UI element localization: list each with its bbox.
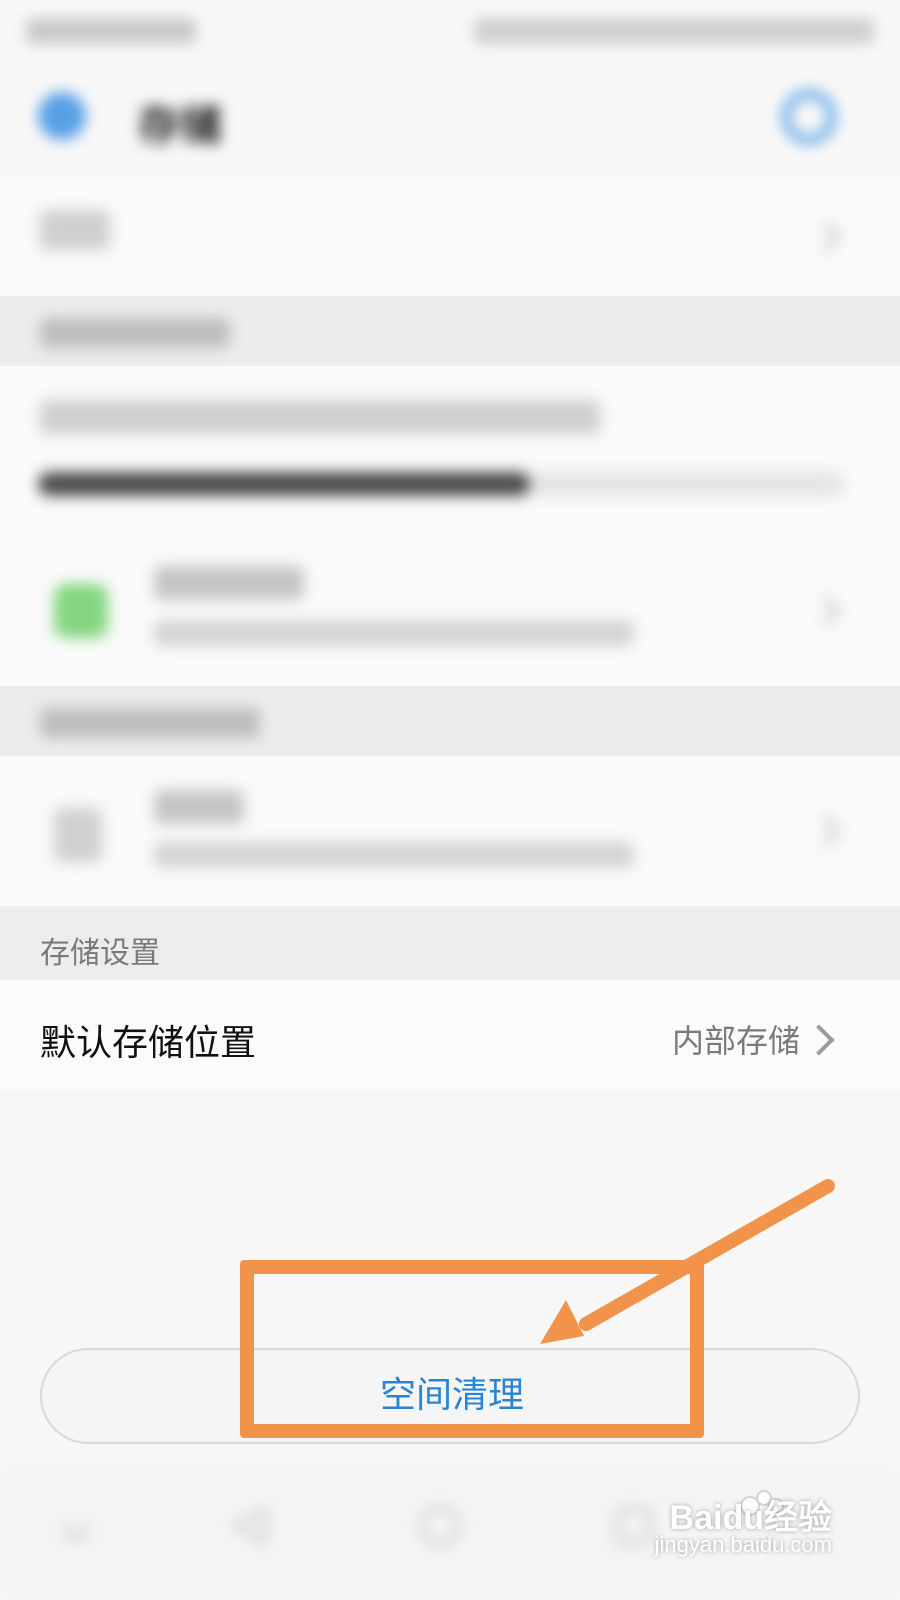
sd-card-row[interactable]	[0, 756, 900, 906]
nav-hide-icon[interactable]	[54, 1510, 98, 1554]
storage-progress-bar	[38, 472, 844, 496]
default-storage-location-label: 默认存储位置	[40, 1023, 257, 1064]
internal-usage-text	[40, 400, 600, 434]
internal-storage-detail	[154, 620, 634, 646]
sd-card-detail	[154, 842, 634, 868]
status-icons	[474, 18, 874, 44]
internal-storage-icon	[54, 584, 108, 638]
sd-card-icon	[54, 808, 102, 862]
page-title: 存储	[138, 101, 223, 150]
status-bar	[0, 0, 900, 64]
section-title-storage-settings: 存储设置	[40, 936, 160, 971]
row-top-label	[40, 210, 110, 250]
highlight-box	[240, 1260, 704, 1438]
sd-card-title	[154, 790, 244, 824]
internal-storage-title	[154, 566, 304, 600]
search-icon[interactable]	[782, 90, 836, 144]
status-time	[26, 18, 196, 44]
nav-home-icon[interactable]	[418, 1504, 462, 1548]
section-label-internal	[40, 318, 230, 348]
storage-progress-fill	[38, 472, 530, 496]
watermark-sub-text: jingyan.baidu.com	[654, 1532, 832, 1557]
nav-recent-icon[interactable]	[612, 1504, 656, 1548]
back-arrow-icon[interactable]	[38, 92, 86, 140]
app-header	[0, 64, 900, 176]
default-storage-location-value: 内部存储	[671, 1022, 800, 1060]
nav-back-icon[interactable]	[228, 1504, 272, 1548]
section-label-portable	[40, 708, 260, 738]
row-top[interactable]	[0, 176, 900, 296]
